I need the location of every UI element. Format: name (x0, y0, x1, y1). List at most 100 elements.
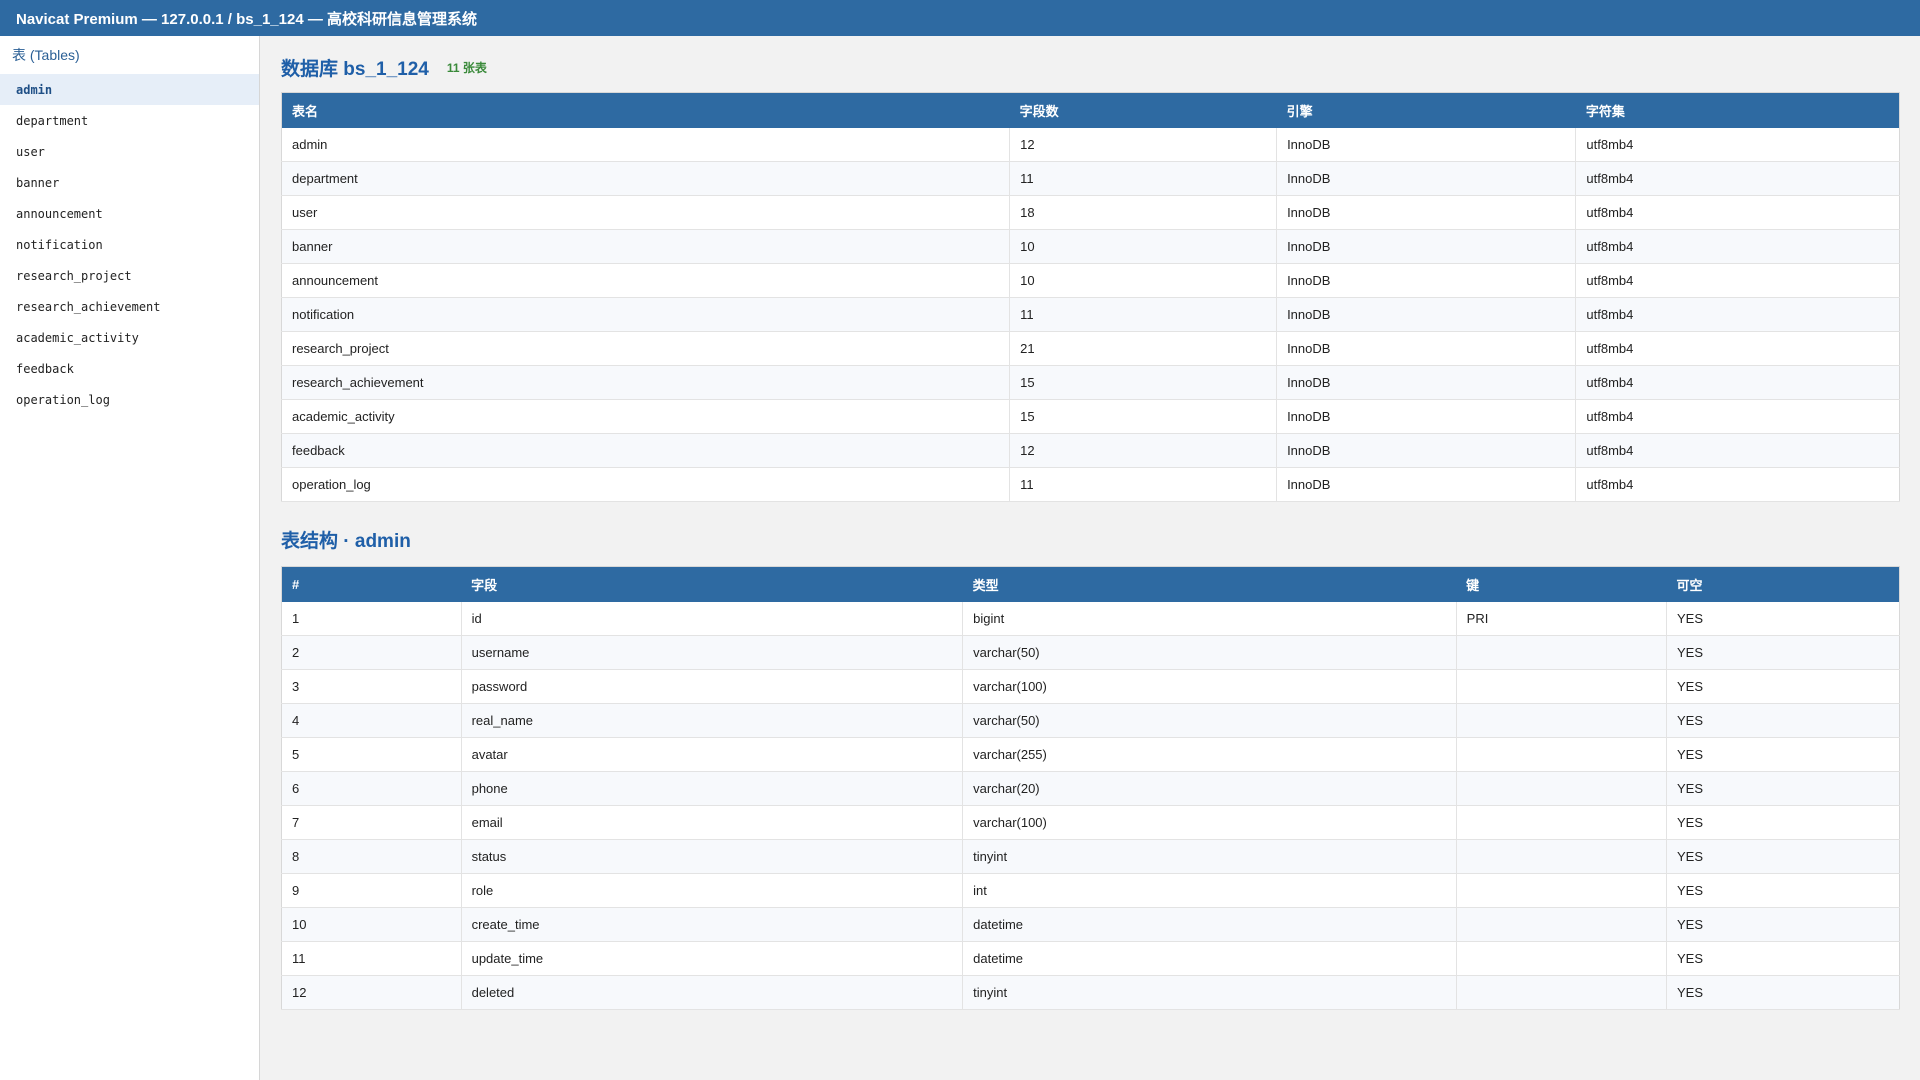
table-row[interactable]: research_project 21 InnoDB utf8mb4 (281, 331, 1900, 366)
table-row[interactable]: 2 username varchar(50) YES (281, 635, 1900, 670)
sidebar-item-notification[interactable]: notification (0, 229, 259, 260)
database-tables-table: 表名 字段数 引擎 字符集 admin 12 InnoDB utf8mb4 departmen… (281, 92, 1900, 502)
table-row[interactable]: 6 phone varchar(20) YES (281, 771, 1900, 806)
table-cell: InnoDB (1276, 229, 1577, 264)
table-body: admin 12 InnoDB utf8mb4 department 11 InnoDB ut… (281, 128, 1900, 502)
table-cell: utf8mb4 (1575, 297, 1900, 332)
column-header[interactable]: 键 (1456, 566, 1667, 602)
table-row[interactable]: 5 avatar varchar(255) YES (281, 737, 1900, 772)
table-cell: email (461, 805, 964, 840)
table-cell: 8 (281, 839, 462, 874)
table-row[interactable]: 3 password varchar(100) YES (281, 669, 1900, 704)
table-cell: bigint (962, 602, 1457, 636)
table-cell: id (461, 602, 964, 636)
table-row[interactable]: 1 id bigint PRI YES (281, 602, 1900, 636)
table-header-row: # 字段 类型键可空 (281, 566, 1900, 602)
table-cell: InnoDB (1276, 128, 1577, 162)
table-cell (1456, 975, 1667, 1010)
table-row[interactable]: academic_activity 15 InnoDB utf8mb4 (281, 399, 1900, 434)
table-cell: 11 (281, 941, 462, 976)
column-header[interactable]: 字符集 (1575, 92, 1900, 128)
table-cell: user (281, 195, 1011, 230)
table-row[interactable]: 12 deleted tinyint YES (281, 975, 1900, 1010)
table-cell: department (281, 161, 1011, 196)
table-cell: InnoDB (1276, 399, 1577, 434)
sidebar-table-list: admin department user banner announcement not… (0, 74, 259, 415)
table-cell (1456, 737, 1667, 772)
table-cell: 11 (1009, 467, 1278, 502)
column-header[interactable]: # (281, 566, 462, 602)
sidebar-item-user[interactable]: user (0, 136, 259, 167)
column-header[interactable]: 可空 (1666, 566, 1900, 602)
table-cell: 11 (1009, 161, 1278, 196)
table-row[interactable]: 11 update_time datetime YES (281, 941, 1900, 976)
sidebar: 表 (Tables) admin department user banner anno… (0, 36, 260, 1080)
table-cell: YES (1666, 805, 1900, 840)
table-cell: tinyint (962, 975, 1457, 1010)
sidebar-item-academic-activity[interactable]: academic_activity (0, 322, 259, 353)
table-cell: utf8mb4 (1575, 365, 1900, 400)
table-cell: 4 (281, 703, 462, 738)
sidebar-item-department[interactable]: department (0, 105, 259, 136)
table-cell: utf8mb4 (1575, 229, 1900, 264)
table-row[interactable]: banner 10 InnoDB utf8mb4 (281, 229, 1900, 264)
table-row[interactable]: operation_log 11 InnoDB utf8mb4 (281, 467, 1900, 502)
column-header[interactable]: 表名 (281, 92, 1010, 128)
table-cell: deleted (461, 975, 964, 1010)
table-row[interactable]: department 11 InnoDB utf8mb4 (281, 161, 1900, 196)
window-title: Navicat Premium — 127.0.0.1 / bs_1_124 —… (16, 10, 478, 28)
sidebar-item-operation-log[interactable]: operation_log (0, 384, 259, 415)
table-row[interactable]: user 18 InnoDB utf8mb4 (281, 195, 1900, 230)
table-row[interactable]: 7 email varchar(100) YES (281, 805, 1900, 840)
table-row[interactable]: admin 12 InnoDB utf8mb4 (281, 128, 1900, 162)
sidebar-item-feedback[interactable]: feedback (0, 353, 259, 384)
table-cell (1456, 941, 1667, 976)
table-cell (1456, 839, 1667, 874)
table-cell: banner (281, 229, 1011, 264)
column-header[interactable]: 字段 (461, 566, 963, 602)
sidebar-item-banner[interactable]: banner (0, 167, 259, 198)
column-header[interactable]: 字段数 (1009, 92, 1277, 128)
sidebar-item-admin[interactable]: admin (0, 74, 259, 105)
table-cell: utf8mb4 (1575, 433, 1900, 468)
table-cell: research_achievement (281, 365, 1011, 400)
table-row[interactable]: 4 real_name varchar(50) YES (281, 703, 1900, 738)
table-row[interactable]: 8 status tinyint YES (281, 839, 1900, 874)
table-cell: 3 (281, 669, 462, 704)
structure-header: 表结构 · admin (281, 522, 1900, 556)
table-cell: YES (1666, 737, 1900, 772)
table-cell: 2 (281, 635, 462, 670)
sidebar-item-research-project[interactable]: research_project (0, 260, 259, 291)
table-cell: 15 (1009, 399, 1278, 434)
table-cell: 1 (281, 602, 462, 636)
table-cell: InnoDB (1276, 331, 1577, 366)
table-cell: update_time (461, 941, 964, 976)
app-layout: 表 (Tables) admin department user banner anno… (0, 36, 1920, 1080)
table-cell: InnoDB (1276, 161, 1577, 196)
table-cell (1456, 805, 1667, 840)
table-cell: varchar(100) (962, 805, 1457, 840)
sidebar-header: 表 (Tables) (12, 47, 80, 63)
sidebar-item-research-achievement[interactable]: research_achievement (0, 291, 259, 322)
column-header[interactable]: 引擎 (1276, 92, 1576, 128)
table-cell (1456, 669, 1667, 704)
table-cell: feedback (281, 433, 1011, 468)
table-cell: varchar(20) (962, 771, 1457, 806)
table-row[interactable]: notification 11 InnoDB utf8mb4 (281, 297, 1900, 332)
table-cell: YES (1666, 602, 1900, 636)
sidebar-item-announcement[interactable]: announcement (0, 198, 259, 229)
table-cell: utf8mb4 (1575, 331, 1900, 366)
table-cell: 12 (281, 975, 462, 1010)
table-row[interactable]: feedback 12 InnoDB utf8mb4 (281, 433, 1900, 468)
table-cell: role (461, 873, 964, 908)
table-cell: YES (1666, 771, 1900, 806)
column-header[interactable]: 类型 (962, 566, 1457, 602)
table-cell: utf8mb4 (1575, 195, 1900, 230)
table-row[interactable]: 10 create_time datetime YES (281, 907, 1900, 942)
table-cell: 5 (281, 737, 462, 772)
table-row[interactable]: 9 role int YES (281, 873, 1900, 908)
table-cell: 10 (1009, 229, 1278, 264)
table-row[interactable]: announcement 10 InnoDB utf8mb4 (281, 263, 1900, 298)
table-cell: 9 (281, 873, 462, 908)
table-row[interactable]: research_achievement 15 InnoDB utf8mb4 (281, 365, 1900, 400)
